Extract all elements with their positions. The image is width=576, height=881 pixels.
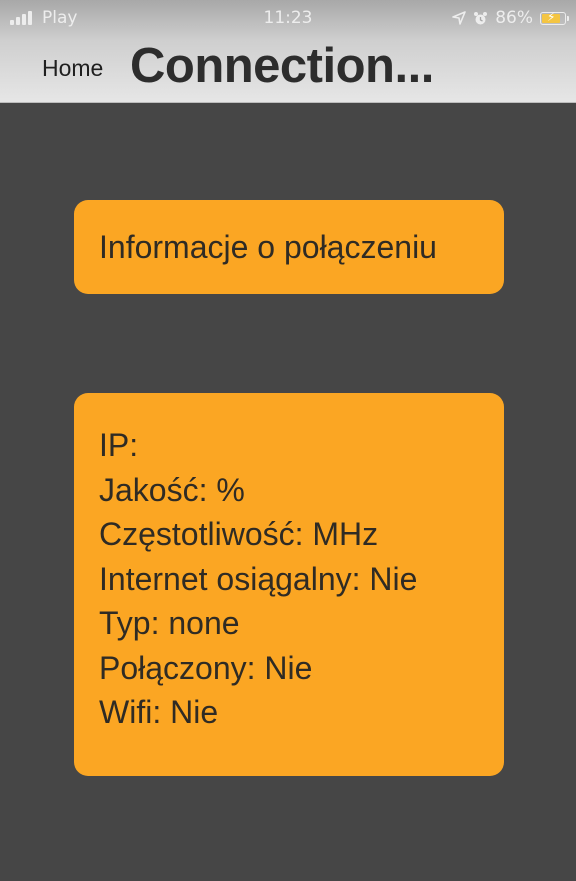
- navigation-header: Play 11:23 86% ⚡ Home Connection...: [0, 0, 576, 103]
- connected-row: Połączony: Nie: [99, 649, 313, 686]
- back-button[interactable]: Home: [42, 55, 103, 82]
- battery-charging-icon: ⚡: [540, 10, 569, 25]
- type-row: Typ: none: [99, 605, 240, 641]
- page-title: Connection...: [130, 39, 434, 93]
- alarm-clock-icon: [474, 11, 488, 24]
- status-indicators: 86% ⚡: [452, 8, 569, 28]
- connection-info-title-card: Informacje o połączeniu: [74, 200, 504, 294]
- internet-reachable-row: Internet osiągalny: Nie: [99, 560, 418, 597]
- connection-info-title: Informacje o połączeniu: [99, 229, 437, 265]
- battery-percent: 86%: [495, 8, 533, 28]
- wifi-row: Wifi: Nie: [99, 694, 219, 730]
- location-arrow-icon: [452, 11, 467, 25]
- quality-row: Jakość: %: [99, 471, 245, 508]
- status-bar: Play 11:23 86% ⚡: [0, 0, 576, 36]
- connection-details-card: IP: Jakość: % Częstotliwość: MHz Interne…: [74, 393, 504, 776]
- frequency-row: Częstotliwość: MHz: [99, 516, 379, 552]
- ip-row: IP:: [99, 427, 139, 463]
